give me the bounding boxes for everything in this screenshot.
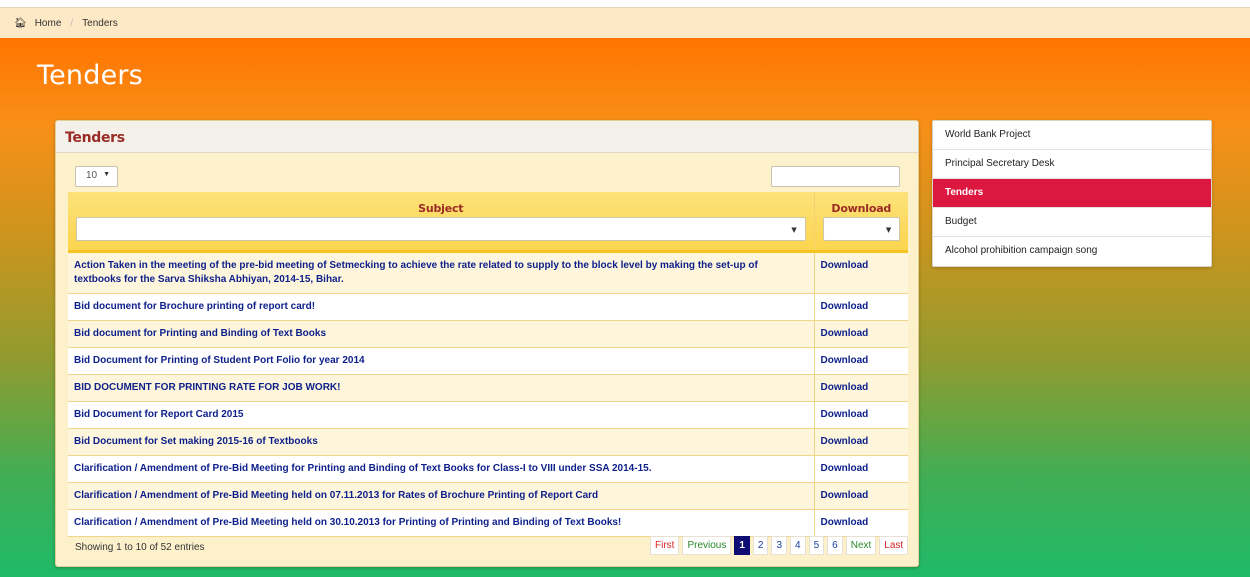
row-download-link[interactable]: Download [814, 428, 908, 456]
row-subject-link[interactable]: Bid Document for Set making 2015-16 of T… [68, 428, 815, 456]
table-row: Bid Document for Report Card 2015 Downlo… [68, 401, 908, 429]
row-download-link[interactable]: Download [814, 293, 908, 321]
home-icon: 🏠︎ [14, 17, 27, 29]
row-download-link[interactable]: Download [814, 374, 908, 402]
pager-page-2[interactable]: 2 [752, 536, 769, 555]
tenders-table: Subject ▼ Download ▼ Action Taken in the… [68, 192, 908, 537]
download-header-label: Download [831, 202, 892, 215]
page-title: Tenders [37, 60, 143, 91]
table-row: Bid Document for Set making 2015-16 of T… [68, 428, 908, 456]
pager-next-button[interactable]: Next [845, 536, 877, 555]
table-row: Bid document for Printing and Binding of… [68, 320, 908, 348]
entries-length-select[interactable]: 10 ▼ [75, 166, 118, 187]
pager-page-1[interactable]: 1 [734, 536, 750, 555]
pager-page-5[interactable]: 5 [808, 536, 825, 555]
row-download-link[interactable]: Download [814, 251, 908, 294]
row-download-link[interactable]: Download [814, 482, 908, 510]
download-filter-select[interactable]: ▼ [822, 217, 900, 241]
row-subject-link[interactable]: Action Taken in the meeting of the pre-b… [68, 251, 815, 294]
table-row: Clarification / Amendment of Pre-Bid Mee… [68, 509, 908, 537]
tenders-panel: Tenders 10 ▼ Subject ▼ Download ▼ Action… [55, 120, 919, 567]
tenders-table-wrapper: Subject ▼ Download ▼ Action Taken in the… [68, 192, 908, 537]
pager-page-4[interactable]: 4 [790, 536, 806, 555]
pager-page-6[interactable]: 6 [827, 536, 843, 555]
sidebar-item-principal-secretary-desk[interactable]: Principal Secretary Desk [933, 150, 1211, 179]
sidebar-item-budget[interactable]: Budget [933, 208, 1211, 237]
row-subject-link[interactable]: Bid document for Brochure printing of re… [68, 293, 815, 321]
row-download-link[interactable]: Download [814, 347, 908, 375]
subject-filter-select[interactable]: ▼ [76, 217, 806, 241]
breadcrumb-current[interactable]: Tenders [82, 18, 118, 29]
sidebar: World Bank Project Principal Secretary D… [932, 120, 1212, 267]
search-input[interactable] [771, 166, 900, 187]
row-subject-link[interactable]: Clarification / Amendment of Pre-Bid Mee… [68, 482, 815, 510]
table-row: Clarification / Amendment of Pre-Bid Mee… [68, 482, 908, 510]
sidebar-item-tenders[interactable]: Tenders [933, 179, 1211, 208]
row-download-link[interactable]: Download [814, 455, 908, 483]
chevron-down-icon: ▼ [885, 226, 891, 234]
breadcrumb: 🏠︎ Home / Tenders [0, 8, 1250, 38]
entries-length-value: 10 [86, 170, 98, 181]
table-row: BID DOCUMENT FOR PRINTING RATE FOR JOB W… [68, 374, 908, 402]
row-subject-link[interactable]: Clarification / Amendment of Pre-Bid Mee… [68, 509, 815, 537]
chevron-down-icon: ▼ [791, 226, 797, 234]
sidebar-item-alcohol-prohibition-song[interactable]: Alcohol prohibition campaign song [933, 237, 1211, 266]
pager-page-3[interactable]: 3 [771, 536, 788, 555]
pager-first-button[interactable]: First [650, 536, 680, 555]
row-subject-link[interactable]: Bid Document for Report Card 2015 [68, 401, 815, 429]
subject-header[interactable]: Subject ▼ [68, 192, 815, 253]
row-subject-link[interactable]: Bid document for Printing and Binding of… [68, 320, 815, 348]
pager-previous-button[interactable]: Previous [682, 536, 732, 555]
chevron-down-icon: ▼ [103, 171, 110, 178]
table-info: Showing 1 to 10 of 52 entries [75, 542, 205, 553]
row-download-link[interactable]: Download [814, 401, 908, 429]
row-subject-link[interactable]: BID DOCUMENT FOR PRINTING RATE FOR JOB W… [68, 374, 815, 402]
row-download-link[interactable]: Download [814, 509, 908, 537]
pagination: First Previous 1 2 3 4 5 6 Next Last [650, 536, 909, 555]
panel-header: Tenders [56, 121, 918, 153]
panel-title: Tenders [65, 130, 125, 146]
breadcrumb-home-link[interactable]: Home [35, 18, 62, 29]
row-subject-link[interactable]: Clarification / Amendment of Pre-Bid Mee… [68, 455, 815, 483]
sidebar-item-world-bank-project[interactable]: World Bank Project [933, 121, 1211, 150]
subject-header-label: Subject [418, 202, 464, 215]
table-row: Clarification / Amendment of Pre-Bid Mee… [68, 455, 908, 483]
top-bar [0, 0, 1250, 8]
table-row: Bid document for Brochure printing of re… [68, 293, 908, 321]
download-header[interactable]: Download ▼ [814, 192, 908, 253]
table-row: Action Taken in the meeting of the pre-b… [68, 251, 908, 294]
breadcrumb-separator: / [70, 17, 74, 29]
table-row: Bid Document for Printing of Student Por… [68, 347, 908, 375]
pager-last-button[interactable]: Last [879, 536, 909, 555]
row-download-link[interactable]: Download [814, 320, 908, 348]
row-subject-link[interactable]: Bid Document for Printing of Student Por… [68, 347, 815, 375]
